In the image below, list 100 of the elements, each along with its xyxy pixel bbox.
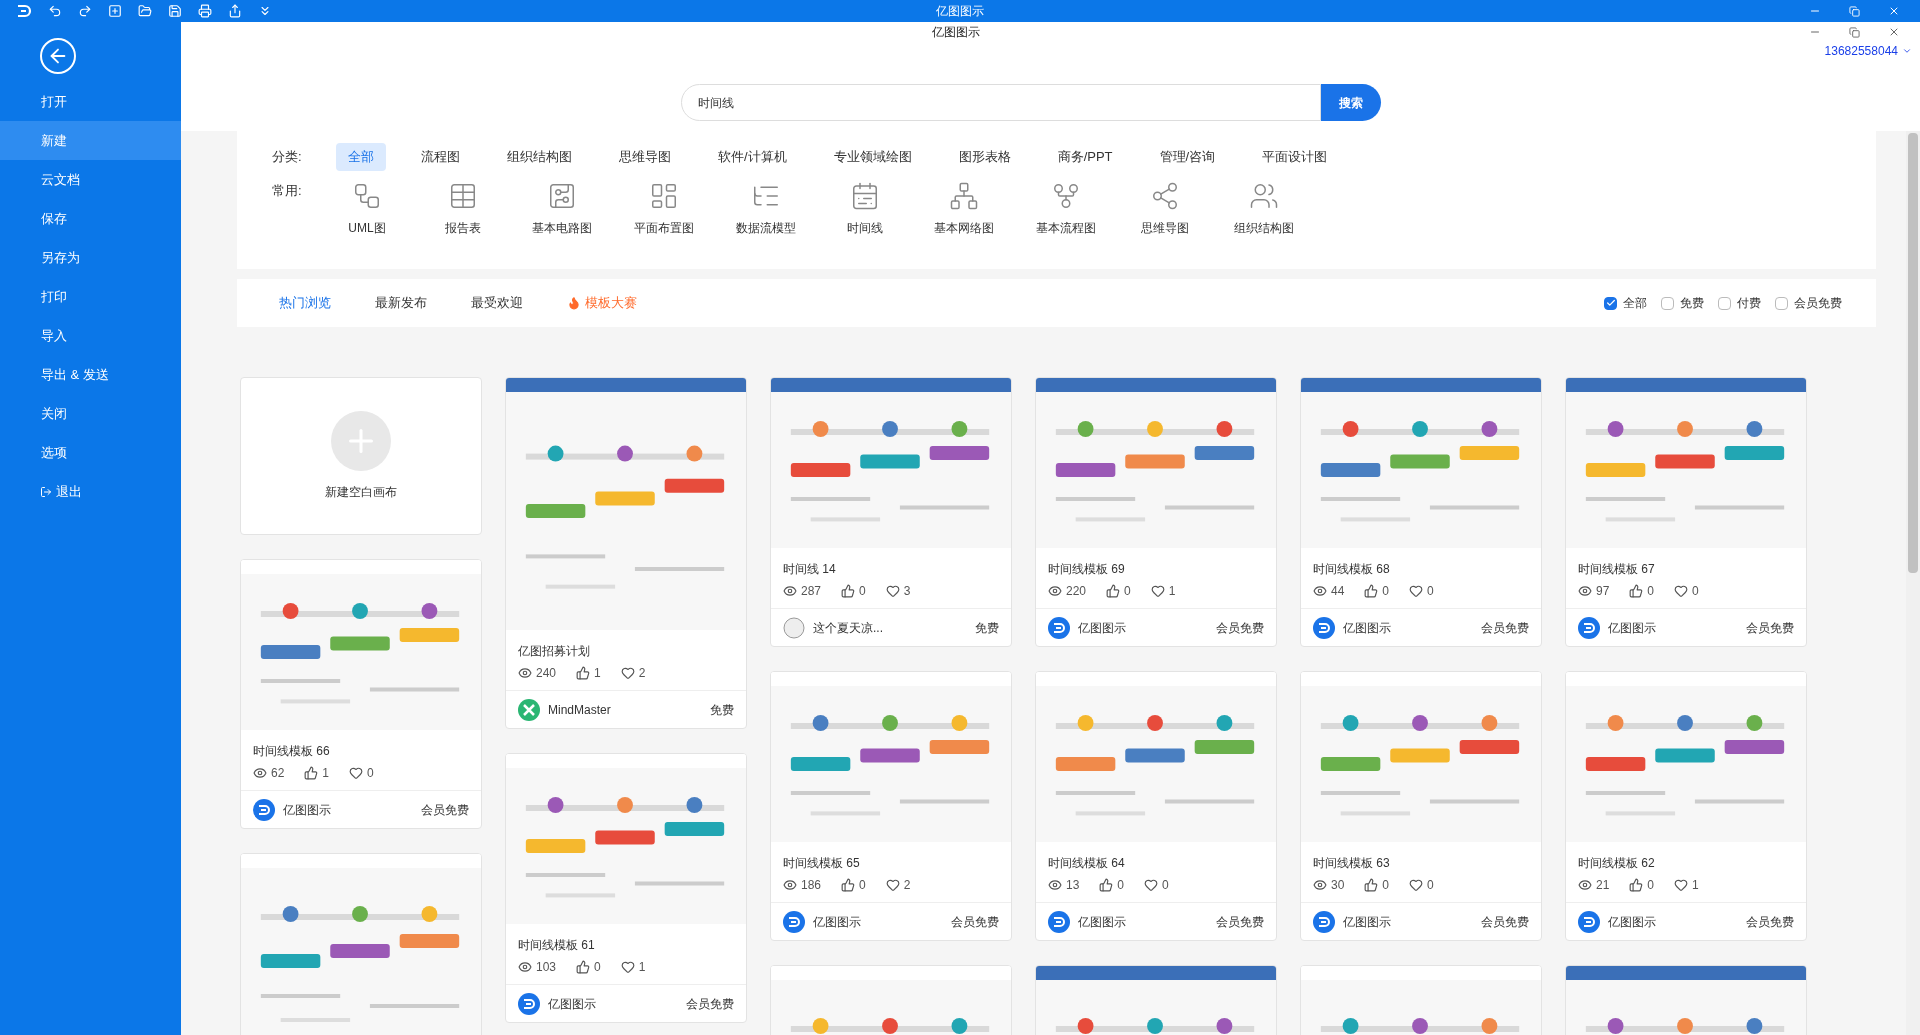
thumbs-up-icon: [1364, 878, 1379, 892]
template-card[interactable]: 时间线模板 66 62 1 0 亿图图示 会员免费: [240, 559, 482, 829]
filter-checkbox[interactable]: [1604, 296, 1617, 310]
category-tab[interactable]: 平面设计图: [1250, 143, 1340, 171]
sidebar-item[interactable]: 导出 & 发送: [0, 355, 181, 394]
filter-checkbox[interactable]: [1718, 296, 1731, 310]
template-card[interactable]: 时间线 14 287 0 3 这个夏天凉... 免费: [770, 377, 1012, 647]
common-label: 常用:: [272, 181, 303, 200]
filter-label: 免费: [1680, 295, 1704, 312]
undo-icon[interactable]: [48, 4, 62, 18]
sidebar-item[interactable]: 导入: [0, 316, 181, 355]
author-name: 亿图图示: [1343, 619, 1391, 637]
restore-icon[interactable]: [1849, 5, 1860, 17]
heart-icon: [1674, 878, 1689, 892]
like-count: 0: [1382, 583, 1390, 600]
template-card[interactable]: 时间线模板 61 103 0 1 亿图图示 会员免费: [505, 753, 747, 1023]
thumbs-up-icon: [304, 766, 319, 780]
favorite-count: 0: [367, 765, 374, 782]
sidebar-item[interactable]: 保存: [0, 199, 181, 238]
sidebar-item[interactable]: 选项: [0, 433, 181, 472]
category-tab[interactable]: 管理/咨询: [1147, 143, 1228, 171]
mind-map-icon: [1150, 180, 1180, 211]
filter-checkbox[interactable]: [1775, 296, 1788, 310]
restore-icon[interactable]: [1849, 26, 1860, 38]
template-card[interactable]: 时间线模板 68 44 0 0 亿图图示 会员免费: [1300, 377, 1542, 647]
eye-icon: [1048, 878, 1062, 892]
category-tab[interactable]: 全部: [336, 143, 386, 171]
close-icon[interactable]: [1888, 26, 1900, 38]
app-logo-icon[interactable]: [16, 4, 32, 18]
category-tab[interactable]: 思维导图: [607, 143, 683, 171]
template-type-item[interactable]: UML图: [336, 180, 398, 237]
scrollbar[interactable]: [1906, 131, 1920, 1035]
template-type-item[interactable]: 基本网络图: [930, 180, 998, 237]
template-card[interactable]: 时间线模板 69 220 0 1 亿图图示 会员免费: [1035, 377, 1277, 647]
heart-icon: [1674, 584, 1689, 598]
template-title: 时间线模板 67: [1578, 561, 1656, 578]
template-type-item[interactable]: 基本流程图: [1032, 180, 1100, 237]
view-count: 97: [1596, 583, 1610, 600]
template-card[interactable]: 时间线模板 67 97 0 0 亿图图示 会员免费: [1565, 377, 1807, 647]
template-type-item[interactable]: 组织结构图: [1230, 180, 1298, 237]
sidebar-item[interactable]: 另存为: [0, 238, 181, 277]
sidebar-item[interactable]: 关闭: [0, 394, 181, 433]
template-type-item[interactable]: 平面布置图: [630, 180, 698, 237]
save-icon[interactable]: [168, 4, 182, 18]
template-title: 时间线模板 62: [1578, 855, 1656, 872]
like-count: 0: [1647, 877, 1655, 894]
template-title: 时间线模板 65: [783, 855, 861, 872]
template-type-item[interactable]: 基本电路图: [528, 180, 596, 237]
category-tab[interactable]: 组织结构图: [495, 143, 584, 171]
template-type-item[interactable]: 报告表: [432, 180, 494, 237]
sort-tab[interactable]: 最新发布: [375, 293, 427, 313]
sidebar-item[interactable]: 打开: [0, 82, 181, 121]
calendar-icon: [850, 180, 880, 211]
eye-icon: [518, 666, 532, 680]
category-tab[interactable]: 专业领域绘图: [821, 143, 924, 171]
sidebar-item[interactable]: 退出: [0, 472, 181, 511]
folder-icon[interactable]: [138, 4, 152, 18]
price-label: 免费: [975, 619, 999, 637]
sidebar-item[interactable]: 云文档: [0, 160, 181, 199]
sidebar-item[interactable]: 打印: [0, 277, 181, 316]
sort-tab[interactable]: 最受欢迎: [471, 293, 523, 313]
template-card[interactable]: 时间线模板 65 186 0 2 亿图图示 会员免费: [770, 671, 1012, 941]
template-card[interactable]: 时间线模板 62 21 0 1 亿图图示 会员免费: [1565, 671, 1807, 941]
template-title: 时间线模板 64: [1048, 855, 1126, 872]
template-type-item[interactable]: 思维导图: [1134, 180, 1196, 237]
print-icon[interactable]: [198, 4, 212, 18]
category-tab[interactable]: 流程图: [409, 143, 472, 171]
new-icon[interactable]: [108, 4, 122, 18]
like-count: 0: [859, 583, 866, 600]
export-icon[interactable]: [228, 4, 242, 18]
template-card[interactable]: 时间线模板 63 30 0 0 亿图图示 会员免费: [1300, 671, 1542, 941]
view-count: 240: [536, 665, 557, 682]
user-account-link[interactable]: 13682558044: [1824, 42, 1912, 60]
new-canvas-card[interactable]: 新建空白画布: [240, 377, 482, 535]
template-title: 时间线模板 66: [253, 743, 331, 760]
sort-tab[interactable]: 热门浏览: [279, 293, 331, 313]
view-count: 186: [801, 877, 822, 894]
template-card[interactable]: 亿图招募计划 240 1 2 MindMaster 免费: [505, 377, 747, 729]
template-type-item[interactable]: 时间线: [834, 180, 896, 237]
category-tab[interactable]: 商务/PPT: [1045, 143, 1125, 171]
price-label: 会员免费: [951, 913, 999, 931]
thumbs-up-icon: [1106, 584, 1121, 598]
search-button[interactable]: 搜索: [1320, 84, 1381, 121]
template-title: 时间线模板 69: [1048, 561, 1126, 578]
price-label: 免费: [710, 701, 734, 719]
back-button[interactable]: [40, 38, 76, 74]
category-tab[interactable]: 软件/计算机: [706, 143, 799, 171]
filter-checkbox[interactable]: [1661, 296, 1674, 310]
window-title: 亿图图示: [936, 3, 984, 20]
more-icon[interactable]: [258, 4, 272, 18]
network-icon: [949, 180, 979, 211]
author-name: 亿图图示: [1078, 619, 1126, 637]
close-icon[interactable]: [1888, 5, 1900, 17]
redo-icon[interactable]: [78, 4, 92, 18]
template-type-item[interactable]: 数据流模型: [732, 180, 800, 237]
category-tab[interactable]: 图形表格: [946, 143, 1023, 171]
favorite-count: 0: [1162, 877, 1169, 894]
heart-icon: [1409, 878, 1424, 892]
template-card[interactable]: 时间线模板 64 13 0 0 亿图图示 会员免费: [1035, 671, 1277, 941]
price-label: 会员免费: [1216, 619, 1264, 637]
